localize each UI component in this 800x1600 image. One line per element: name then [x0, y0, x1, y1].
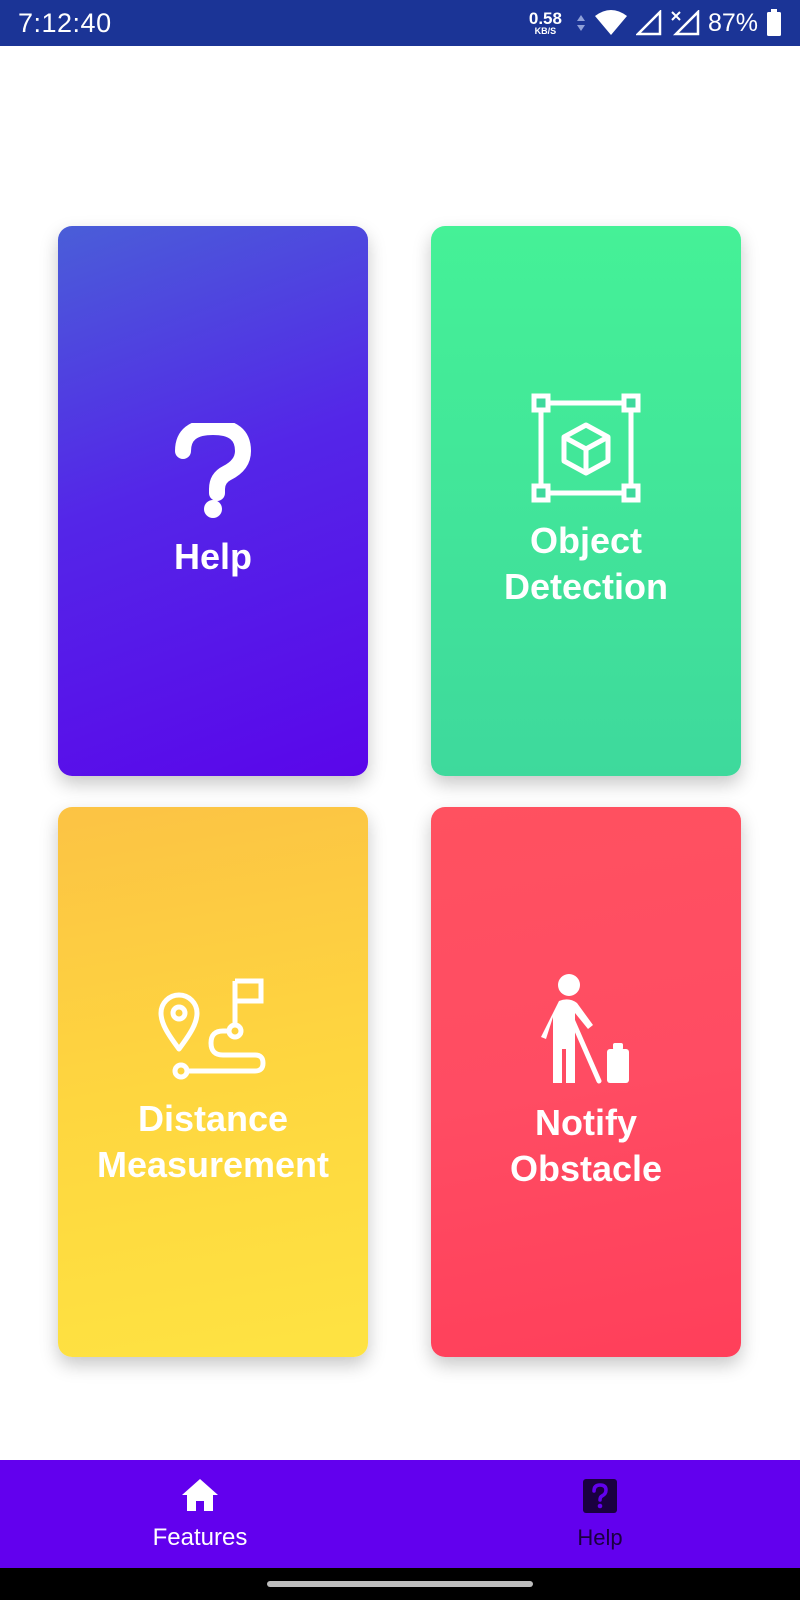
- status-time: 7:12:40: [18, 7, 112, 38]
- object-detection-line1: Object: [529, 519, 643, 561]
- blind-person-obstacle-icon: [541, 973, 631, 1090]
- distance-measurement-line2: Measurement: [96, 1143, 330, 1185]
- notify-obstacle-card[interactable]: Notify Obstacle: [431, 807, 741, 1357]
- network-speed-value: 0.58: [528, 9, 562, 28]
- notify-obstacle-line1: Notify: [534, 1101, 637, 1143]
- help-card[interactable]: Help: [58, 226, 368, 776]
- features-grid: Help Object Detection Distance Measureme…: [0, 46, 800, 1460]
- home-icon: [180, 1477, 220, 1518]
- route-map-icon: [157, 977, 269, 1086]
- battery-percent: 87%: [707, 8, 758, 37]
- gesture-navigation-bar: [0, 1568, 800, 1600]
- bottom-navigation: Features Help: [0, 1460, 800, 1568]
- signal-no-service-icon: [670, 10, 700, 36]
- nav-features-label: Features: [152, 1523, 248, 1551]
- object-detection-card[interactable]: Object Detection: [431, 226, 741, 776]
- status-icons: 0.58 KB/S 87%: [529, 9, 782, 38]
- nav-help-label: Help: [577, 1524, 623, 1550]
- notify-obstacle-line2: Obstacle: [509, 1147, 663, 1189]
- distance-measurement-title: Distance Measurement: [97, 1096, 329, 1188]
- nav-features[interactable]: Features: [0, 1460, 400, 1568]
- help-card-label: Help: [173, 535, 252, 577]
- distance-measurement-card[interactable]: Distance Measurement: [58, 807, 368, 1357]
- question-mark-icon: [173, 418, 253, 524]
- nav-help[interactable]: Help: [400, 1460, 800, 1568]
- wifi-icon: [594, 10, 628, 36]
- help-card-title: Help: [174, 534, 252, 580]
- object-detection-line2: Detection: [503, 565, 669, 607]
- signal-icon: [635, 10, 662, 36]
- network-speed-unit: KB/S: [534, 26, 557, 36]
- object-detection-title: Object Detection: [504, 518, 668, 610]
- data-arrows-icon: [576, 13, 586, 33]
- distance-measurement-line1: Distance: [137, 1097, 289, 1139]
- notify-obstacle-title: Notify Obstacle: [510, 1100, 662, 1192]
- battery-icon: [766, 9, 782, 37]
- network-speed: 0.58 KB/S: [529, 10, 562, 36]
- help-icon: [582, 1478, 618, 1519]
- 3d-bounding-box-icon: [531, 393, 641, 508]
- status-bar: 7:12:40 0.58 KB/S 87%: [0, 0, 800, 46]
- gesture-handle[interactable]: [267, 1581, 533, 1587]
